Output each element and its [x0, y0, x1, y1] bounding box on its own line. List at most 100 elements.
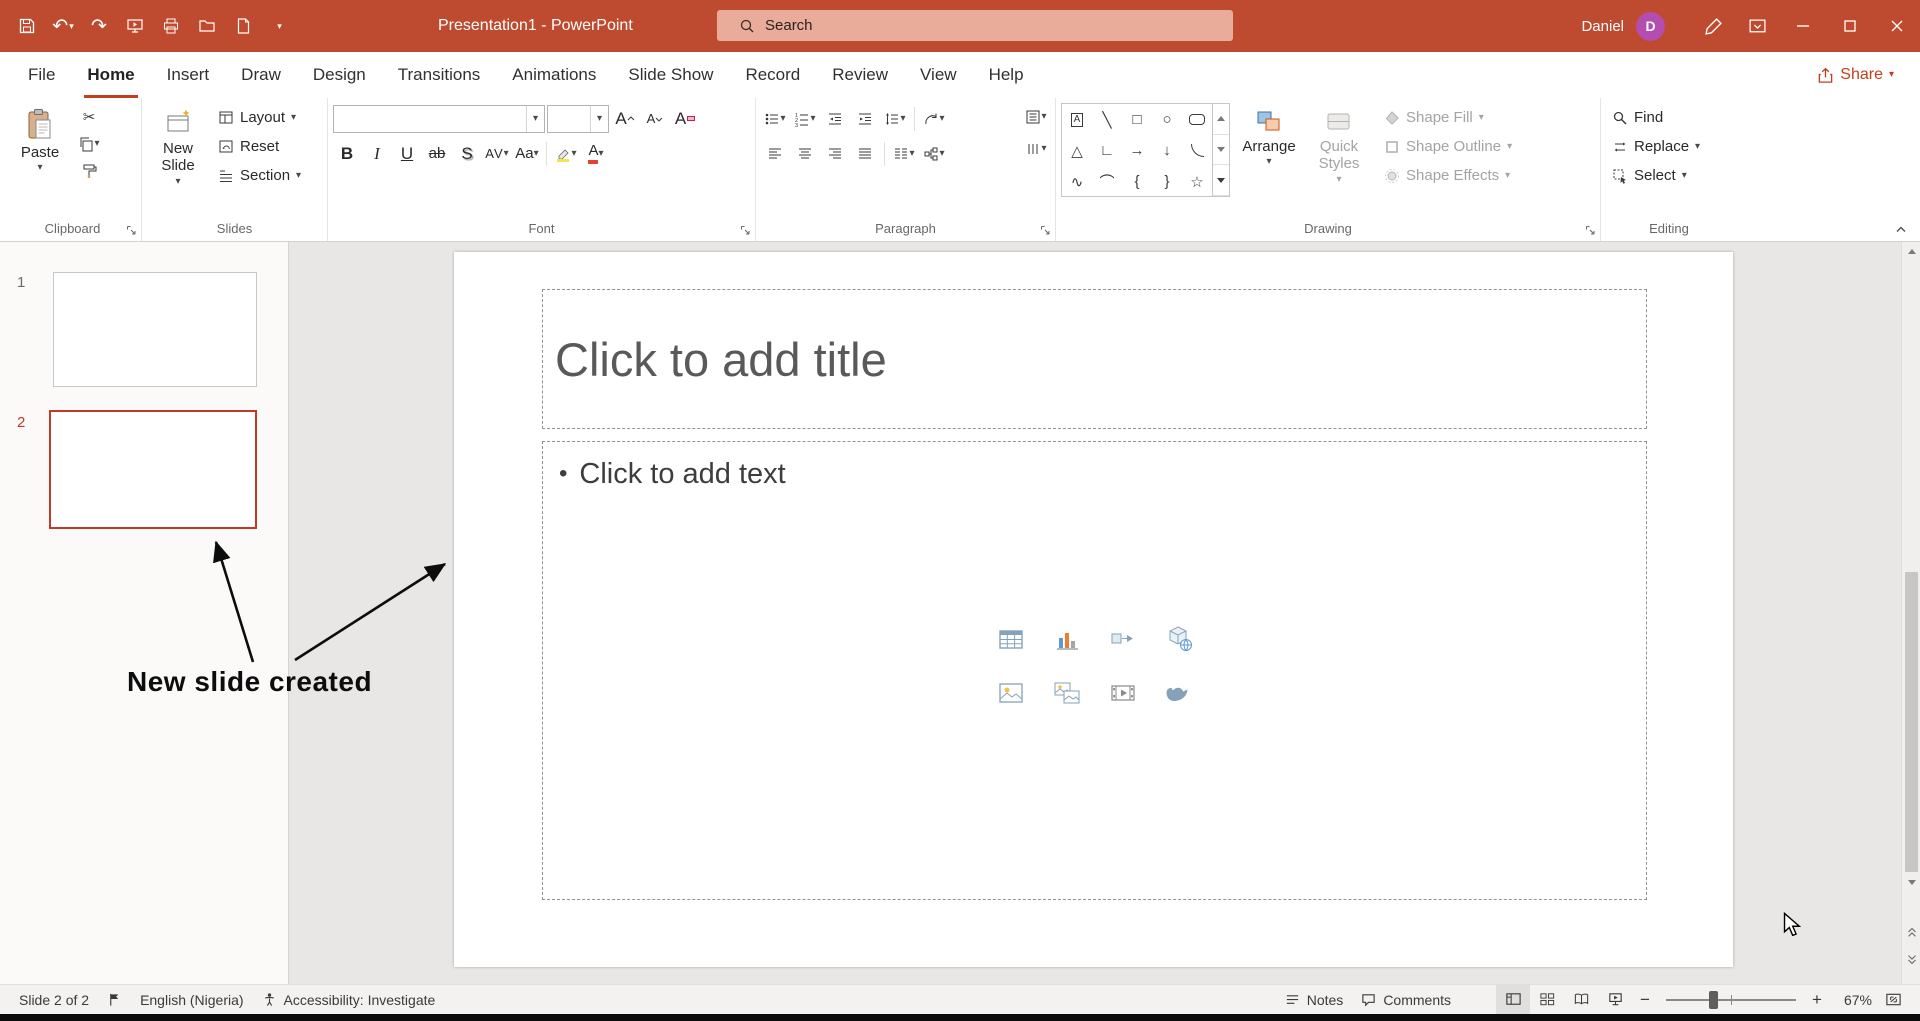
- increase-indent-button[interactable]: [851, 105, 879, 133]
- underline-button[interactable]: U: [393, 140, 421, 168]
- copy-button[interactable]: ▾: [74, 130, 104, 157]
- tab-view[interactable]: View: [904, 52, 973, 98]
- shape-left-brace[interactable]: {: [1122, 166, 1152, 197]
- italic-button[interactable]: I: [363, 140, 391, 168]
- zoom-out-button[interactable]: −: [1632, 985, 1658, 1015]
- find-button[interactable]: Find: [1606, 103, 1706, 132]
- shape-rectangle[interactable]: □: [1122, 104, 1152, 135]
- reading-view-button[interactable]: [1564, 985, 1598, 1015]
- tab-animations[interactable]: Animations: [496, 52, 612, 98]
- shape-scribble[interactable]: ∿: [1062, 166, 1092, 197]
- insert-smartart-icon[interactable]: [1108, 624, 1138, 654]
- cut-button[interactable]: ✂: [74, 103, 104, 130]
- columns-button[interactable]: ▾: [890, 140, 918, 168]
- align-text-button[interactable]: ▾: [1022, 103, 1050, 131]
- decrease-indent-button[interactable]: [821, 105, 849, 133]
- bullets-button[interactable]: ▾: [761, 105, 789, 133]
- search-box[interactable]: Search: [717, 10, 1233, 41]
- clipboard-dialog-launcher[interactable]: [126, 225, 137, 236]
- justify-button[interactable]: [851, 140, 879, 168]
- zoom-slider[interactable]: [1666, 999, 1796, 1001]
- customize-qat-button[interactable]: ▾: [262, 8, 296, 44]
- next-slide-button[interactable]: [1902, 948, 1920, 972]
- vertical-scrollbar[interactable]: [1901, 242, 1920, 984]
- tab-review[interactable]: Review: [816, 52, 904, 98]
- clear-formatting-button[interactable]: A: [671, 105, 699, 133]
- shape-line[interactable]: ╲: [1092, 104, 1122, 135]
- scroll-up-button[interactable]: [1902, 242, 1920, 261]
- tab-draw[interactable]: Draw: [225, 52, 297, 98]
- line-spacing-button[interactable]: ▾: [881, 105, 909, 133]
- font-dialog-launcher[interactable]: [740, 225, 751, 236]
- shape-outline-button[interactable]: Shape Outline ▾: [1378, 132, 1518, 161]
- ink-pen-button[interactable]: [1691, 0, 1735, 52]
- shape-textbox[interactable]: A: [1062, 104, 1092, 135]
- zoom-level-button[interactable]: 67%: [1830, 992, 1876, 1008]
- align-right-button[interactable]: [821, 140, 849, 168]
- user-name[interactable]: Daniel: [1581, 18, 1624, 35]
- scroll-down-button[interactable]: [1902, 873, 1920, 892]
- tab-home[interactable]: Home: [71, 52, 150, 98]
- tab-file[interactable]: File: [12, 52, 71, 98]
- section-button[interactable]: Section ▾: [212, 161, 307, 190]
- insert-video-icon[interactable]: [1108, 678, 1138, 708]
- accessibility-button[interactable]: Accessibility: Investigate: [253, 985, 445, 1015]
- slideshow-view-button[interactable]: [1598, 985, 1632, 1015]
- slide-1-thumbnail[interactable]: [53, 272, 257, 387]
- start-slideshow-button[interactable]: [118, 8, 152, 44]
- highlight-color-button[interactable]: ▾: [552, 140, 580, 168]
- insert-stock-image-icon[interactable]: [1052, 678, 1082, 708]
- format-painter-button[interactable]: [74, 157, 104, 184]
- slide-indicator[interactable]: Slide 2 of 2: [10, 985, 98, 1015]
- shape-arrow-right[interactable]: →: [1122, 135, 1152, 166]
- insert-picture-icon[interactable]: [996, 678, 1026, 708]
- align-left-button[interactable]: [761, 140, 789, 168]
- scrollbar-thumb[interactable]: [1905, 572, 1918, 872]
- text-shadow-button[interactable]: S: [453, 140, 481, 168]
- shapes-more-button[interactable]: [1213, 165, 1229, 196]
- shape-rounded-rectangle[interactable]: [1182, 104, 1212, 135]
- close-button[interactable]: [1873, 0, 1920, 52]
- insert-chart-icon[interactable]: [1052, 624, 1082, 654]
- arrange-button[interactable]: Arrange ▾: [1238, 103, 1300, 167]
- tab-slide-show[interactable]: Slide Show: [612, 52, 729, 98]
- slide-2-thumbnail[interactable]: [49, 410, 257, 529]
- quick-print-button[interactable]: [154, 8, 188, 44]
- decrease-font-size-button[interactable]: A: [641, 105, 669, 133]
- user-avatar[interactable]: D: [1636, 12, 1665, 41]
- new-slide-button[interactable]: New Slide ▾: [147, 103, 209, 187]
- select-button[interactable]: Select ▾: [1606, 161, 1706, 190]
- quick-styles-button[interactable]: Quick Styles ▾: [1308, 103, 1370, 185]
- drawing-dialog-launcher[interactable]: [1585, 225, 1596, 236]
- shape-arrow-down[interactable]: ↓: [1152, 135, 1182, 166]
- spell-check-button[interactable]: [98, 985, 131, 1015]
- bold-button[interactable]: B: [333, 140, 361, 168]
- shape-triangle[interactable]: △: [1062, 135, 1092, 166]
- fit-to-window-button[interactable]: [1876, 985, 1910, 1015]
- font-size-combobox[interactable]: ▾: [547, 105, 609, 133]
- character-spacing-button[interactable]: AV▾: [483, 140, 511, 168]
- shapes-scroll-up-button[interactable]: [1213, 104, 1229, 135]
- redo-button[interactable]: ↷: [82, 8, 116, 44]
- notes-button[interactable]: Notes: [1276, 985, 1353, 1015]
- previous-slide-button[interactable]: [1902, 920, 1920, 944]
- paragraph-dialog-launcher[interactable]: [1040, 225, 1051, 236]
- share-button[interactable]: Share ▾: [1809, 60, 1902, 90]
- insert-table-icon[interactable]: [996, 624, 1026, 654]
- tab-transitions[interactable]: Transitions: [382, 52, 497, 98]
- replace-button[interactable]: Replace ▾: [1606, 132, 1706, 161]
- tab-insert[interactable]: Insert: [151, 52, 226, 98]
- shape-star[interactable]: ☆: [1182, 166, 1212, 197]
- font-color-button[interactable]: A ▾: [582, 140, 610, 168]
- shape-right-brace[interactable]: }: [1152, 166, 1182, 197]
- shape-curve[interactable]: [1182, 135, 1212, 166]
- undo-button[interactable]: ↶▾: [46, 8, 80, 44]
- insert-3d-model-icon[interactable]: [1164, 624, 1194, 654]
- shape-effects-button[interactable]: Shape Effects ▾: [1378, 161, 1518, 190]
- save-button[interactable]: [10, 8, 44, 44]
- paste-button[interactable]: Paste ▾: [9, 103, 71, 173]
- shape-arc[interactable]: ⌒: [1092, 166, 1122, 197]
- strikethrough-button[interactable]: ab: [423, 140, 451, 168]
- title-placeholder[interactable]: Click to add title: [542, 289, 1647, 429]
- content-placeholder[interactable]: •Click to add text: [542, 441, 1647, 900]
